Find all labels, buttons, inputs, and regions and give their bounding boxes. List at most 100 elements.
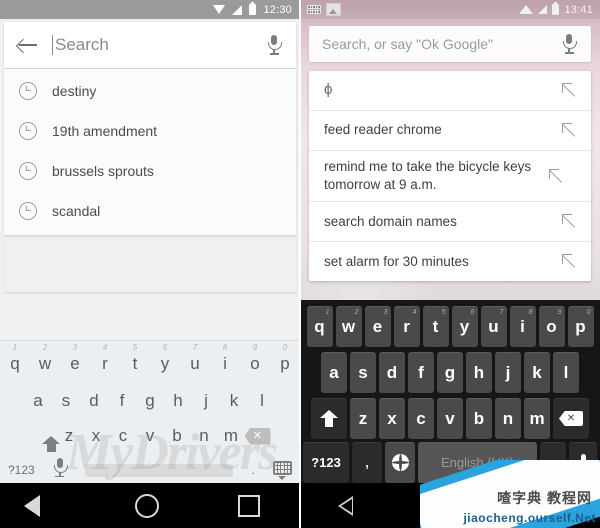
symbols-key[interactable]: ?123 — [303, 441, 349, 483]
key-a[interactable]: a — [24, 391, 52, 411]
key-w[interactable]: 2w — [30, 343, 60, 374]
key-u[interactable]: 7u — [480, 305, 507, 347]
key-h[interactable]: h — [164, 391, 192, 411]
nav-home-circle-icon[interactable] — [134, 493, 159, 518]
key-v[interactable]: v — [437, 397, 463, 439]
key-z[interactable]: z — [350, 397, 376, 439]
shift-key[interactable] — [311, 397, 347, 439]
list-item[interactable]: ϕ — [309, 71, 591, 111]
voice-search-button[interactable] — [252, 35, 296, 55]
key-g[interactable]: g — [437, 351, 463, 393]
key-p[interactable]: 0p — [270, 343, 300, 374]
key-s[interactable]: s — [52, 391, 80, 411]
suggestion-label: brussels sprouts — [52, 163, 154, 179]
key-e[interactable]: 3e — [364, 305, 391, 347]
key-p[interactable]: 0p — [567, 305, 594, 347]
key-t[interactable]: 5t — [422, 305, 449, 347]
key-z[interactable]: z — [56, 426, 83, 446]
key-s[interactable]: s — [350, 351, 376, 393]
key-k[interactable]: k — [220, 391, 248, 411]
list-item[interactable]: remind me to take the bicycle keys tomor… — [309, 151, 591, 203]
arrow-north-west-icon[interactable] — [534, 168, 578, 185]
period-key[interactable]: . — [540, 441, 566, 483]
left-keyboard[interactable]: 1q 2w 3e 4r 5t 6y 7u 8i 9o 0p a s d f g … — [0, 340, 300, 483]
arrow-north-west-icon[interactable] — [547, 82, 591, 99]
microphone-icon — [267, 35, 282, 55]
nav-recents-square-icon[interactable] — [238, 494, 261, 517]
right-keyboard[interactable]: 1q 2w 3e 4r 5t 6y 7u 8i 9o 0p a s d f g … — [300, 300, 600, 483]
list-item[interactable]: set alarm for 30 minutes — [309, 242, 591, 281]
key-q[interactable]: 1q — [0, 343, 30, 374]
text-caret — [52, 35, 53, 55]
list-item[interactable]: 19th amendment — [4, 111, 296, 151]
key-x[interactable]: x — [379, 397, 405, 439]
voice-search-button[interactable] — [547, 34, 591, 54]
right-search-bar[interactable]: Search, or say "Ok Google" — [309, 26, 591, 62]
key-y[interactable]: 6y — [150, 343, 180, 374]
back-button[interactable] — [4, 38, 52, 52]
backspace-key[interactable]: ✕ — [244, 427, 272, 445]
list-item[interactable]: search domain names — [309, 202, 591, 243]
key-o[interactable]: 9o — [538, 305, 565, 347]
list-item[interactable]: feed reader chrome — [309, 111, 591, 151]
key-n[interactable]: n — [191, 426, 218, 446]
nav-hide-keyboard-caret-icon[interactable] — [538, 501, 562, 510]
key-m[interactable]: m — [524, 397, 550, 439]
key-i[interactable]: 8i — [509, 305, 536, 347]
language-switch-key[interactable] — [385, 441, 415, 483]
key-b[interactable]: b — [164, 426, 191, 446]
key-y[interactable]: 6y — [451, 305, 478, 347]
list-item[interactable]: scandal — [4, 191, 296, 231]
key-x[interactable]: x — [83, 426, 110, 446]
key-o[interactable]: 9o — [240, 343, 270, 374]
nav-back-triangle-icon[interactable] — [23, 494, 56, 517]
space-key[interactable]: English (UK) — [418, 441, 537, 483]
key-r[interactable]: 4r — [90, 343, 120, 374]
period-key[interactable]: . — [251, 463, 254, 477]
nav-home-icon[interactable] — [436, 498, 466, 515]
key-h[interactable]: h — [466, 351, 492, 393]
key-i[interactable]: 8i — [210, 343, 240, 374]
key-g[interactable]: g — [136, 391, 164, 411]
arrow-north-west-icon[interactable] — [547, 253, 591, 270]
hide-keyboard-key[interactable] — [272, 460, 292, 480]
key-a[interactable]: a — [321, 351, 347, 393]
space-key[interactable] — [85, 463, 234, 477]
key-l[interactable]: l — [553, 351, 579, 393]
key-u[interactable]: 7u — [180, 343, 210, 374]
voice-input-key[interactable] — [569, 441, 597, 483]
left-search-bar[interactable]: Search — [4, 22, 296, 68]
symbols-key[interactable]: ?123 — [8, 463, 35, 477]
nav-back-triangle-icon[interactable] — [338, 495, 360, 516]
key-c[interactable]: c — [110, 426, 137, 446]
key-b[interactable]: b — [466, 397, 492, 439]
arrow-north-west-icon[interactable] — [547, 122, 591, 139]
key-v[interactable]: v — [137, 426, 164, 446]
key-t[interactable]: 5t — [120, 343, 150, 374]
backspace-key[interactable]: ✕ — [553, 397, 589, 439]
key-e[interactable]: 3e — [60, 343, 90, 374]
key-number-hint: 7 — [192, 343, 198, 352]
key-n[interactable]: n — [495, 397, 521, 439]
key-c[interactable]: c — [408, 397, 434, 439]
arrow-north-west-icon[interactable] — [547, 213, 591, 230]
voice-input-key[interactable] — [53, 457, 68, 483]
key-r[interactable]: 4r — [393, 305, 420, 347]
key-q[interactable]: 1q — [306, 305, 333, 347]
key-m[interactable]: m — [218, 426, 245, 446]
comma-key[interactable]: , — [352, 441, 382, 483]
key-j[interactable]: j — [495, 351, 521, 393]
key-l[interactable]: l — [248, 391, 276, 411]
key-label: i — [520, 316, 525, 336]
list-item[interactable]: brussels sprouts — [4, 151, 296, 191]
search-input[interactable]: Search — [52, 35, 252, 55]
key-d[interactable]: d — [379, 351, 405, 393]
key-j[interactable]: j — [192, 391, 220, 411]
key-f[interactable]: f — [108, 391, 136, 411]
key-f[interactable]: f — [408, 351, 434, 393]
list-item[interactable]: destiny — [4, 71, 296, 111]
key-number-hint: 6 — [470, 308, 475, 316]
key-w[interactable]: 2w — [335, 305, 362, 347]
key-d[interactable]: d — [80, 391, 108, 411]
key-k[interactable]: k — [524, 351, 550, 393]
